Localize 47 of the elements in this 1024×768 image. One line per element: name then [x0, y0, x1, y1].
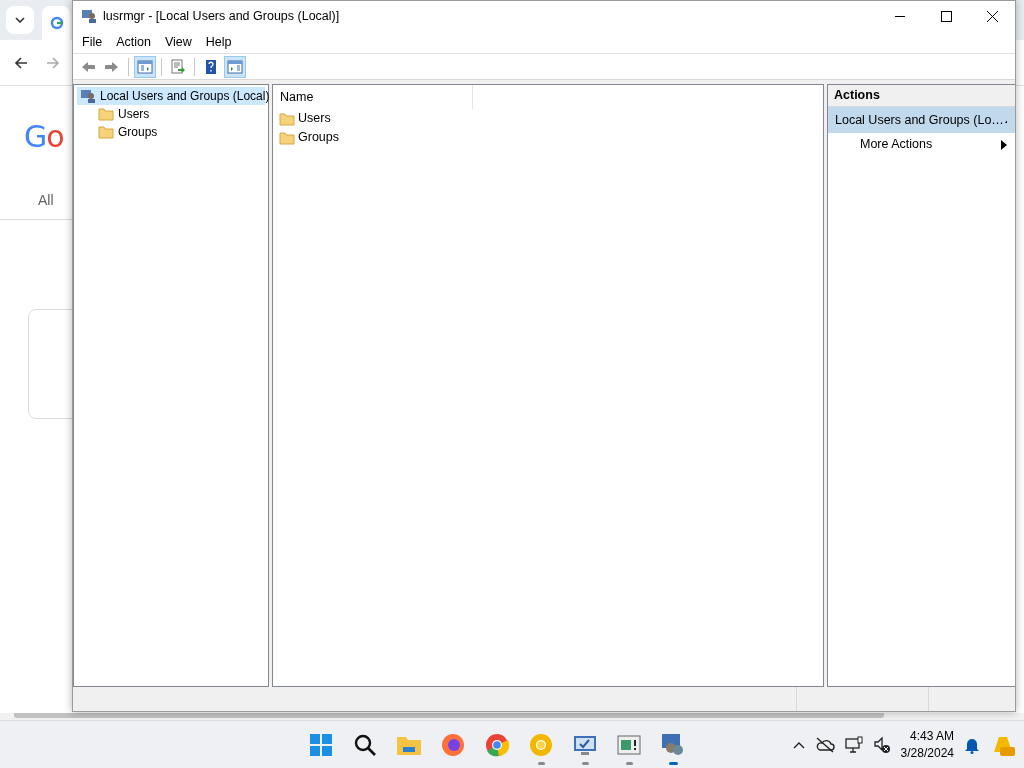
- action-item[interactable]: More Actions: [828, 133, 1015, 156]
- back-icon[interactable]: [14, 55, 28, 70]
- action-pane-icon: [227, 58, 243, 75]
- users-computer-icon: [81, 8, 97, 24]
- tab-list-button[interactable]: [6, 6, 34, 34]
- forward-icon[interactable]: [46, 55, 60, 70]
- help-icon: [203, 58, 219, 75]
- date-text: 3/28/2024: [900, 744, 954, 761]
- pane-header: Actions: [828, 85, 1015, 107]
- section-header[interactable]: Local Users and Groups (Lo…: [828, 107, 1015, 133]
- window-title: lusrmgr - [Local Users and Groups (Local)]: [103, 7, 340, 25]
- chevron-icon: [15, 17, 25, 23]
- folder-icon: [279, 130, 295, 145]
- menu-item[interactable]: Help: [198, 30, 239, 54]
- tree-pane-icon: [137, 58, 153, 75]
- close-icon: [986, 10, 998, 22]
- tree-item[interactable]: Groups: [95, 123, 265, 141]
- minimize-icon: [895, 15, 905, 17]
- menu-item[interactable]: File: [75, 30, 110, 54]
- folder-icon: [98, 107, 114, 121]
- export-list-icon: [170, 58, 186, 75]
- network-icon[interactable]: [844, 735, 863, 754]
- scrollbar[interactable]: [0, 713, 1024, 720]
- g-logo-icon: [50, 16, 64, 30]
- section-title: Local Users and Groups (Lo…: [835, 111, 1004, 129]
- chevron-up-icon[interactable]: [792, 740, 805, 749]
- column-header[interactable]: Name: [273, 85, 473, 109]
- toolbar-button[interactable]: [224, 55, 246, 78]
- speaker-muted-icon[interactable]: [872, 735, 891, 754]
- toolbar-button[interactable]: [134, 55, 156, 78]
- users-computer-icon: [80, 88, 96, 104]
- tree-item[interactable]: Users: [95, 105, 265, 123]
- menu-item[interactable]: View: [157, 30, 199, 54]
- list-item[interactable]: Groups: [273, 128, 823, 147]
- browser-tab[interactable]: [42, 6, 70, 40]
- clock[interactable]: 4:43 AM 3/28/2024: [900, 728, 954, 761]
- logo-text: Go: [24, 118, 64, 156]
- menu-item[interactable]: Action: [109, 30, 158, 54]
- folder-icon: [98, 125, 114, 139]
- submenu-arrow-icon: [1001, 139, 1007, 150]
- search-tab[interactable]: All: [38, 190, 54, 211]
- list-item[interactable]: Users: [273, 109, 823, 128]
- folder-icon: [279, 111, 295, 126]
- time-text: 4:43 AM: [909, 728, 954, 745]
- maximize-icon: [940, 10, 952, 22]
- cloud-off-icon[interactable]: [814, 736, 835, 753]
- scrollbar-thumb[interactable]: [14, 713, 884, 718]
